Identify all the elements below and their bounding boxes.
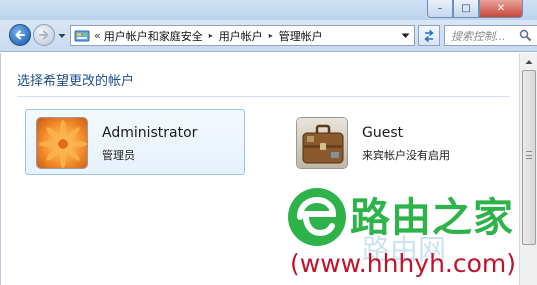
account-status: 来宾帐户没有启用 <box>362 149 450 162</box>
account-tile-guest[interactable]: Guest 来宾帐户没有启用 <box>285 109 505 175</box>
suitcase-picture-icon <box>297 118 347 168</box>
heading-divider <box>17 96 510 97</box>
caption-buttons: – □ ✕ <box>427 0 523 18</box>
administrator-avatar <box>36 117 88 169</box>
watermark-url: (www.hhhyh.com) <box>290 249 517 278</box>
breadcrumb-item[interactable]: 用户帐户 <box>219 28 263 44</box>
navigation-bar: « 用户帐户和家庭安全 ▸ 用户帐户 ▸ 管理帐户 搜索控制... <box>0 20 537 52</box>
forward-button[interactable] <box>33 24 55 46</box>
search-placeholder[interactable]: 搜索控制... <box>451 28 506 44</box>
forward-arrow-icon <box>39 30 49 40</box>
breadcrumb-item[interactable]: 管理帐户 <box>279 28 323 44</box>
close-button[interactable]: ✕ <box>479 0 523 18</box>
maximize-icon: □ <box>461 2 471 14</box>
guest-avatar <box>296 117 348 169</box>
account-type: 管理员 <box>102 149 135 162</box>
breadcrumb-chevron-icon[interactable]: ▸ <box>269 31 273 40</box>
orange-flower-picture-icon <box>37 118 87 168</box>
scroll-up-arrow-icon <box>525 60 533 64</box>
back-button[interactable] <box>9 24 31 46</box>
breadcrumb-chevron-icon[interactable]: ▸ <box>209 31 213 40</box>
account-name: Guest <box>362 125 404 141</box>
search-icon[interactable] <box>519 29 532 42</box>
vertical-scrollbar[interactable] <box>519 53 537 285</box>
refresh-button[interactable] <box>418 25 440 46</box>
refresh-icon <box>424 29 434 42</box>
scrollbar-thumb[interactable] <box>522 70 536 245</box>
search-box[interactable]: 搜索控制... <box>444 25 537 46</box>
back-arrow-icon <box>15 30 25 40</box>
maximize-button[interactable]: □ <box>453 0 479 18</box>
control-panel-window: – □ ✕ « 用户帐户和家庭安全 ▸ 用户帐户 ▸ 管理帐户 搜索控制... … <box>0 0 537 285</box>
breadcrumb-overflow-icon[interactable]: « <box>94 29 101 42</box>
recent-pages-dropdown-icon[interactable] <box>58 32 66 40</box>
address-history-dropdown-icon[interactable] <box>401 31 410 40</box>
account-name: Administrator <box>102 125 198 141</box>
minimize-icon: – <box>437 2 443 14</box>
minimize-button[interactable]: – <box>427 0 453 18</box>
account-tile-administrator[interactable]: Administrator 管理员 <box>25 109 245 175</box>
close-icon: ✕ <box>496 2 506 14</box>
breadcrumb-item[interactable]: 用户帐户和家庭安全 <box>104 28 203 44</box>
scroll-up-button[interactable] <box>522 55 536 69</box>
control-panel-icon <box>74 30 90 41</box>
router-home-logo <box>288 188 346 246</box>
title-bar: – □ ✕ <box>0 0 537 20</box>
address-bar[interactable]: « 用户帐户和家庭安全 ▸ 用户帐户 ▸ 管理帐户 <box>70 25 415 46</box>
scroll-grip-icon <box>526 151 532 159</box>
page-heading: 选择希望更改的帐户 <box>17 74 135 89</box>
